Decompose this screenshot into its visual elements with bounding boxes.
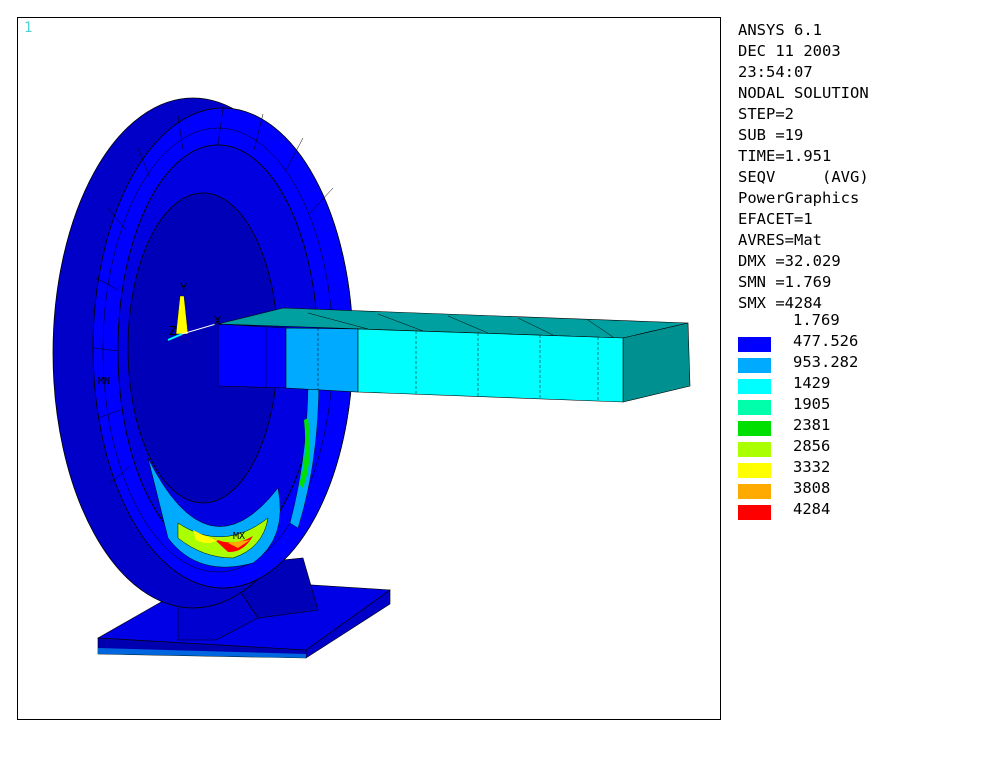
stress-contour-model: Y Z X MN MX: [52, 97, 691, 659]
info-line: DEC 11 2003: [738, 42, 841, 60]
legend-value: 2856: [793, 437, 831, 455]
info-line: SUB =19: [738, 126, 804, 144]
info-line: AVRES=Mat: [738, 231, 822, 249]
legend-color-swatch: [738, 421, 771, 436]
legend-value: 2381: [793, 416, 831, 434]
legend-color-swatch: [738, 337, 771, 352]
info-line: DMX =32.029: [738, 252, 841, 270]
info-line: TIME=1.951: [738, 147, 832, 165]
triad-z-label: Z: [169, 324, 176, 338]
legend-value: 1905: [793, 395, 831, 413]
info-line: SEQV (AVG): [738, 168, 869, 186]
info-line: SMN =1.769: [738, 273, 832, 291]
graphics-viewport[interactable]: 1 Y Z X MN MX: [17, 17, 721, 720]
legend-value: 4284: [793, 500, 831, 518]
legend-color-swatch: [738, 400, 771, 415]
max-marker: MX: [233, 531, 245, 542]
legend-value: 477.526: [793, 332, 859, 350]
info-line: 23:54:07: [738, 63, 813, 81]
min-marker: MN: [98, 376, 110, 387]
legend-value: 1429: [793, 374, 831, 392]
legend-color-swatch: [738, 379, 771, 394]
legend-value: 953.282: [793, 353, 859, 371]
shaft-front-lightblue: [285, 327, 359, 393]
info-line: SMX =4284: [738, 294, 822, 312]
legend-color-swatch: [738, 442, 771, 457]
legend-color-swatch: [738, 505, 771, 520]
info-line: PowerGraphics: [738, 189, 860, 207]
info-line: ANSYS 6.1: [738, 21, 822, 39]
legend-value: 3332: [793, 458, 831, 476]
shaft-front-cyan: [357, 328, 624, 403]
triad-x-label: X: [214, 314, 222, 328]
info-line: EFACET=1: [738, 210, 813, 228]
info-line: STEP=2: [738, 105, 794, 123]
legend-color-swatch: [738, 484, 771, 499]
triad-y-label: Y: [180, 281, 188, 295]
shaft-front-blue: [217, 323, 287, 389]
legend-color-swatch: [738, 358, 771, 373]
legend-color-swatch: [738, 463, 771, 478]
legend-value: 3808: [793, 479, 831, 497]
info-panel: ANSYS 6.1 DEC 11 2003 23:54:07 NODAL SOLUTI…: [738, 20, 978, 314]
legend-min-value: 1.769: [793, 311, 840, 329]
info-line: NODAL SOLUTION: [738, 84, 869, 102]
